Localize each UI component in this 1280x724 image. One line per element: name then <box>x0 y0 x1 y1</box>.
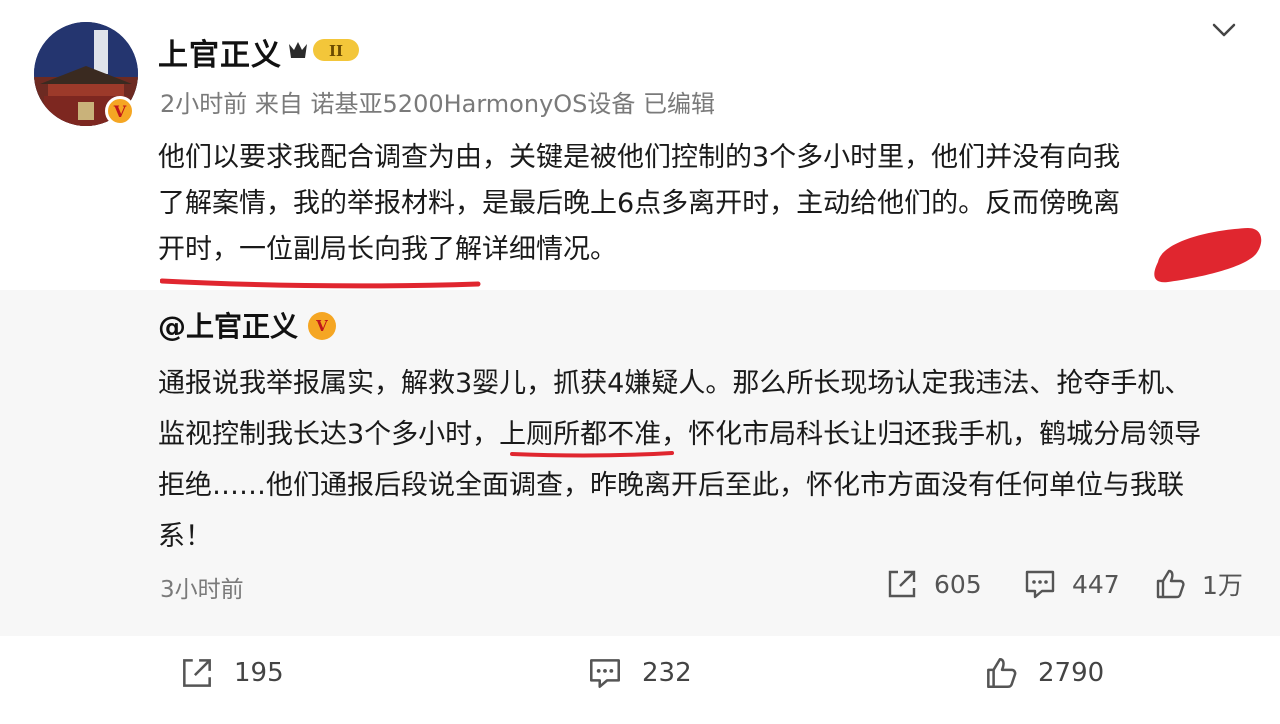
quoted-like-count: 1万 <box>1202 571 1243 600</box>
post-meta: 2小时前 来自 诺基亚5200HarmonyOS设备 已编辑 <box>160 90 716 118</box>
quoted-text-line: 监视控制我长达3个多小时，上厕所都不准，怀化市局科长让归还我手机，鹤城分局领导 <box>158 409 1248 460</box>
quoted-text-line: 系！ <box>158 521 212 552</box>
weibo-post: V 上官正义 II 2小时前 来自 诺基亚5200HarmonyOS设备 已编辑… <box>0 0 1280 290</box>
quoted-share-count: 605 <box>934 569 982 599</box>
quoted-like-button[interactable]: 1万 <box>1152 566 1243 602</box>
share-button[interactable]: 195 <box>178 654 284 692</box>
comment-button[interactable]: 232 <box>586 654 692 692</box>
post-text: 他们以要求我配合调查为由，关键是被他们控制的3个多小时里，他们并没有向我 了解案… <box>158 135 1238 273</box>
like-icon <box>987 658 1017 688</box>
red-underline-mark <box>510 451 674 458</box>
like-icon <box>1156 569 1185 599</box>
post-text-line: 他们以要求我配合调查为由，关键是被他们控制的3个多小时里，他们并没有向我 <box>158 142 1121 173</box>
red-underline-mark <box>160 278 481 289</box>
share-icon <box>183 659 211 687</box>
verified-icon: V <box>308 312 336 340</box>
verified-icon: V <box>105 96 135 126</box>
post-text-line: 开时，一位副局长向我了解详细情况。 <box>158 234 617 265</box>
comment-icon <box>1025 570 1055 599</box>
red-highlight-mark <box>1154 228 1262 283</box>
level-badge-icon[interactable]: II <box>285 36 363 64</box>
quoted-author[interactable]: @上官正义 <box>158 305 298 345</box>
post-author[interactable]: 上官正义 <box>158 30 282 74</box>
share-count: 195 <box>234 658 284 688</box>
quoted-text-line: 通报说我举报属实，解救3婴儿，抓获4嫌疑人。那么所长现场认定我违法、抢夺手机、 <box>158 368 1192 399</box>
quoted-time: 3小时前 <box>160 577 244 603</box>
quoted-share-button[interactable]: 605 <box>884 566 982 602</box>
like-button[interactable]: 2790 <box>982 654 1104 692</box>
comment-count: 232 <box>642 658 692 688</box>
quoted-text-line: 拒绝……他们通报后段说全面调查，昨晚离开后至此，怀化市方面没有任何单位与我联 <box>158 470 1184 501</box>
quoted-post[interactable]: @上官正义 V 通报说我举报属实，解救3婴儿，抓获4嫌疑人。那么所长现场认定我违… <box>0 290 1280 636</box>
comment-icon <box>590 659 620 688</box>
chevron-down-icon[interactable] <box>1208 14 1240 46</box>
post-text-line: 了解案情，我的举报材料，是最后晚上6点多离开时，主动给他们的。反而傍晚离 <box>158 188 1121 219</box>
action-bar: 195 232 2790 <box>0 636 1280 724</box>
quoted-text: 通报说我举报属实，解救3婴儿，抓获4嫌疑人。那么所长现场认定我违法、抢夺手机、 … <box>158 358 1248 562</box>
share-icon <box>888 570 916 598</box>
quoted-comment-button[interactable]: 447 <box>1022 566 1120 602</box>
like-count: 2790 <box>1038 658 1105 688</box>
level-badge-label: II <box>329 42 343 60</box>
quoted-comment-count: 447 <box>1072 569 1120 599</box>
